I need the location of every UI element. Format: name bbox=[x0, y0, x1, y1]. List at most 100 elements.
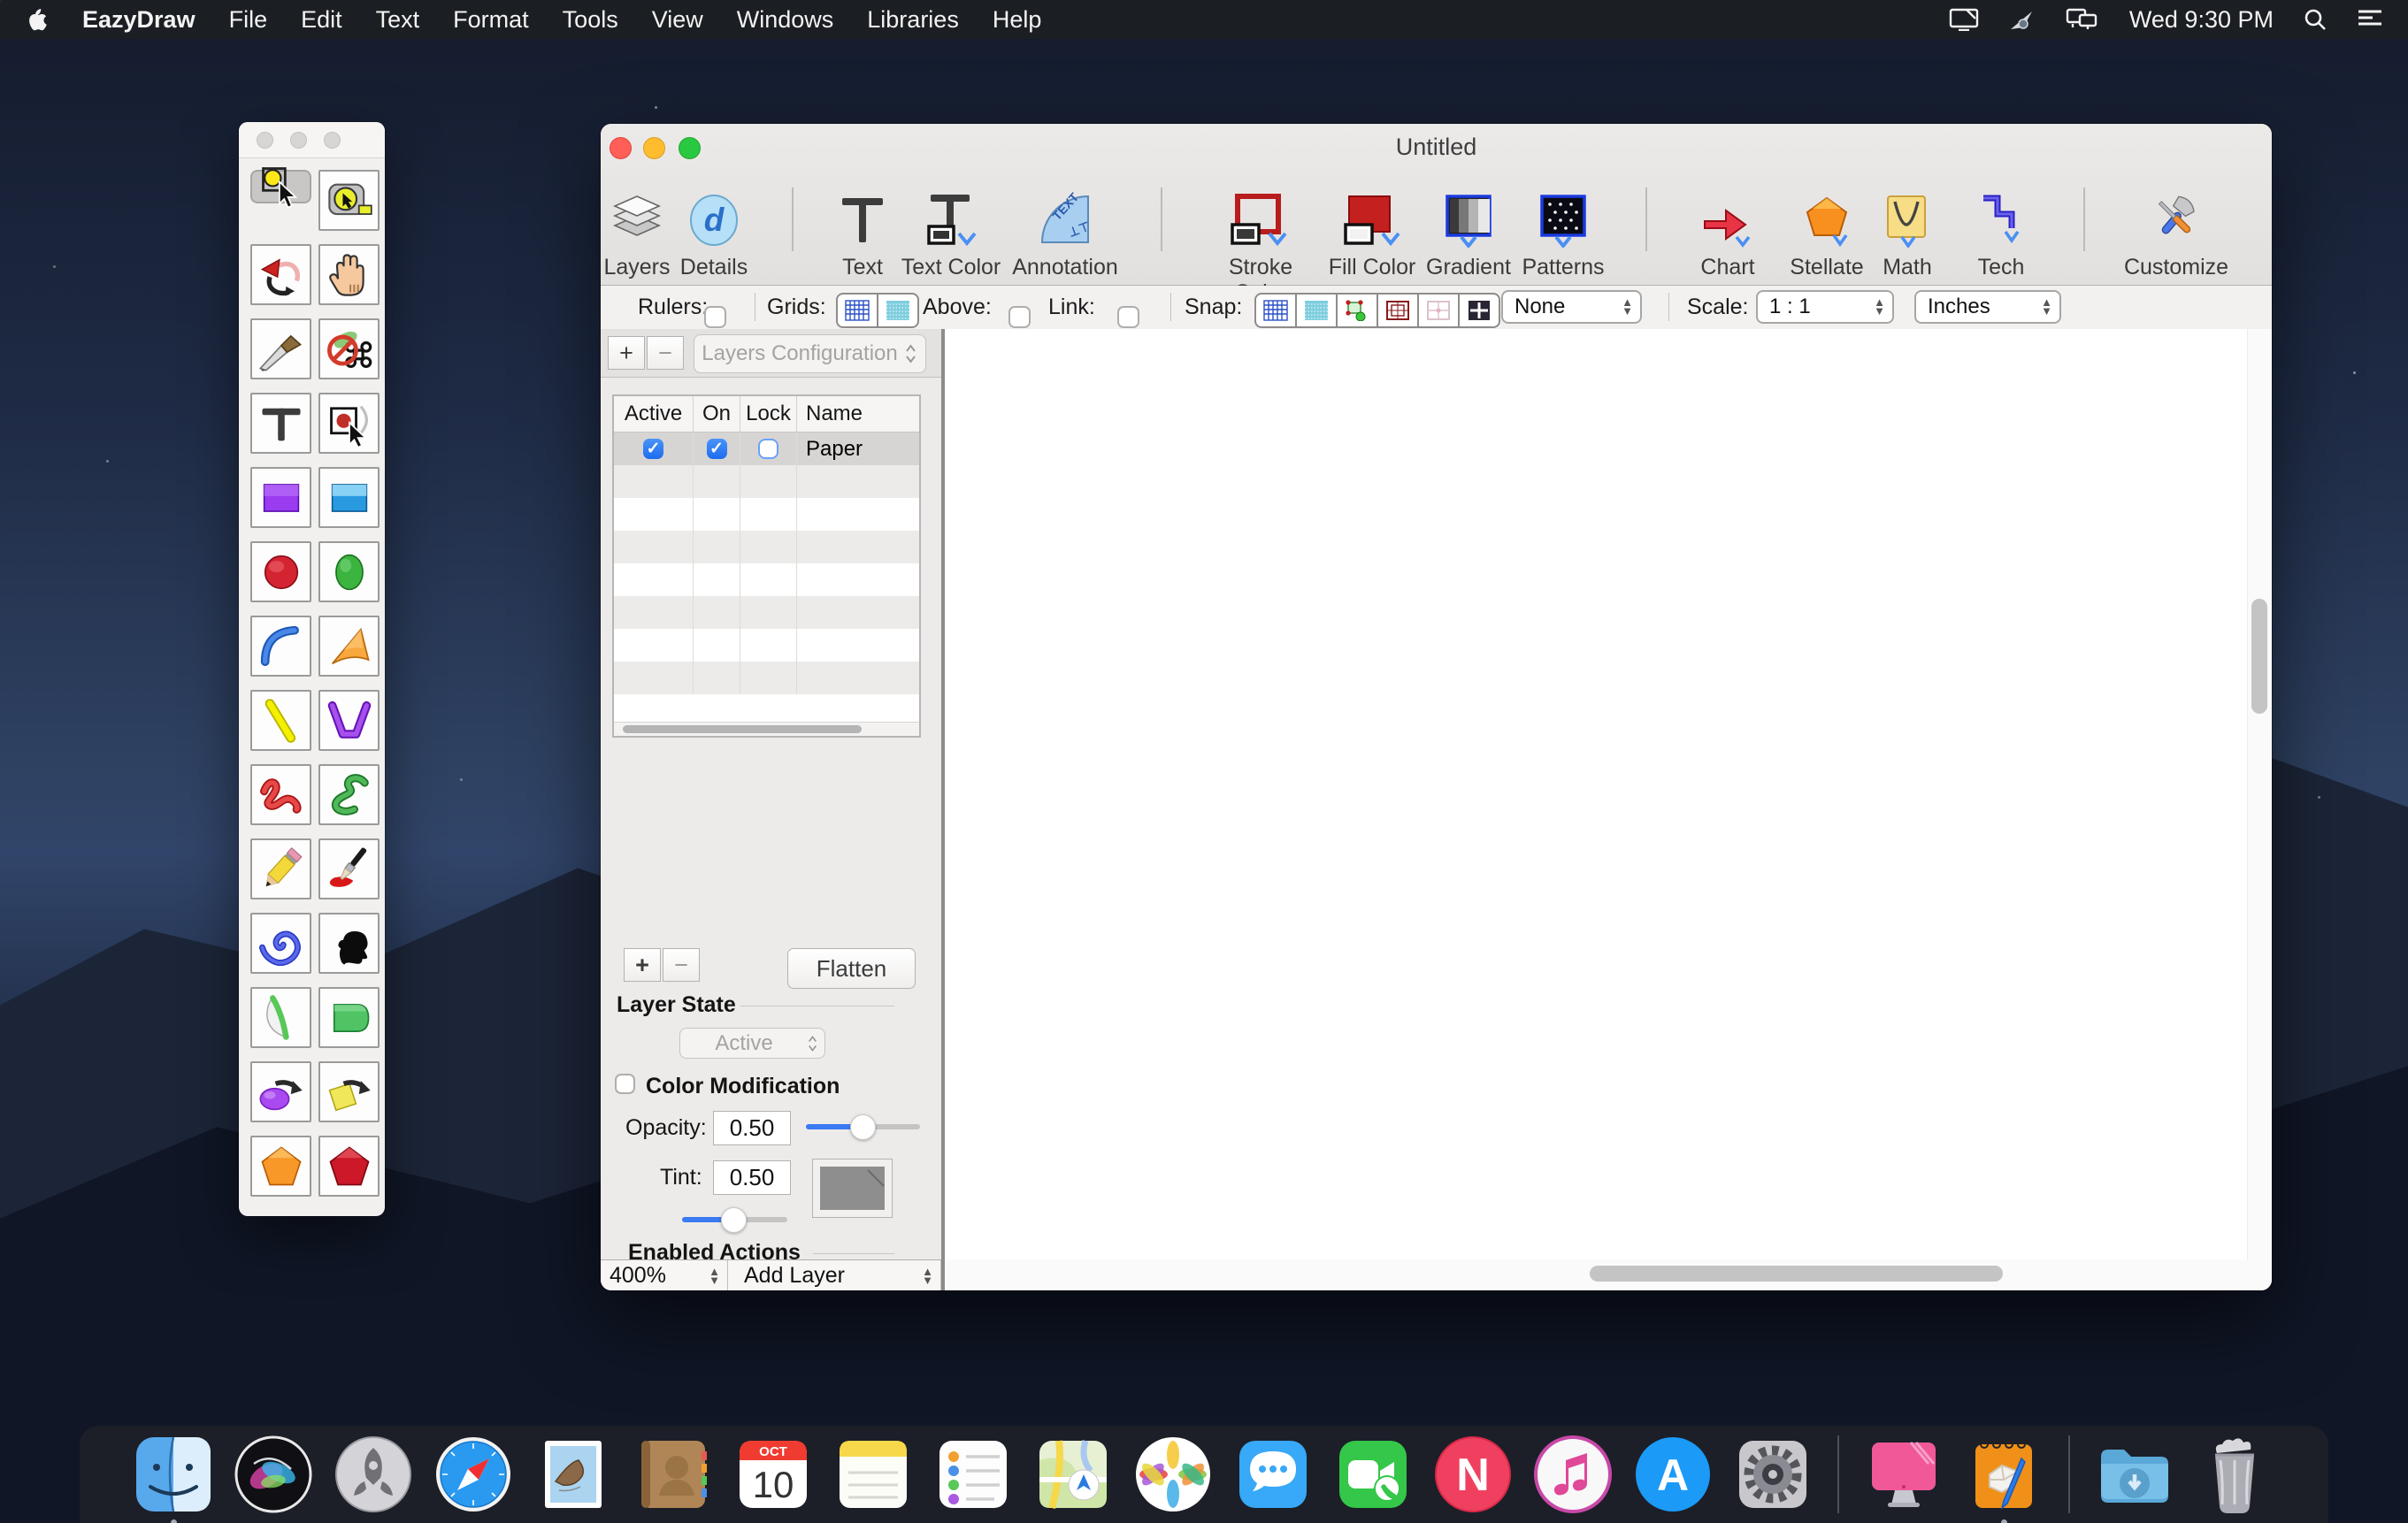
color-modification-checkbox[interactable] bbox=[615, 1074, 635, 1094]
dock-icon-launchpad[interactable] bbox=[333, 1434, 414, 1515]
layers-configuration-select[interactable]: Layers Configuration bbox=[694, 334, 926, 373]
table-scrollbar-thumb[interactable] bbox=[623, 725, 862, 733]
layer-state-select[interactable]: Active bbox=[679, 1028, 825, 1059]
dock-icon-photos[interactable] bbox=[1132, 1434, 1214, 1515]
flatten-button[interactable]: Flatten bbox=[787, 948, 916, 989]
config-add-button[interactable]: + bbox=[608, 336, 645, 370]
menu-help[interactable]: Help bbox=[976, 6, 1059, 34]
layer-add-button[interactable]: + bbox=[624, 948, 661, 982]
tool-knife[interactable] bbox=[250, 318, 311, 379]
dock-icon-eazydraw[interactable] bbox=[1963, 1434, 2044, 1515]
tool-pentagon-orange[interactable] bbox=[250, 1136, 311, 1197]
tool-arc[interactable] bbox=[250, 616, 311, 677]
layer-row-empty[interactable] bbox=[614, 629, 919, 662]
tool-rotate-square[interactable] bbox=[318, 1061, 380, 1122]
cursor-utility-icon[interactable] bbox=[2009, 8, 2036, 31]
dock-icon-messages[interactable] bbox=[1232, 1434, 1314, 1515]
dock-icon-itunes[interactable] bbox=[1532, 1434, 1614, 1515]
tool-freehand-red[interactable] bbox=[250, 764, 311, 825]
tint-slider[interactable] bbox=[682, 1217, 787, 1222]
table-horizontal-scrollbar[interactable] bbox=[614, 722, 919, 736]
menu-edit[interactable]: Edit bbox=[284, 6, 359, 34]
toolbar-details-button[interactable]: d Details bbox=[656, 179, 771, 280]
vertical-scrollbar-thumb[interactable] bbox=[2251, 599, 2267, 714]
tool-select[interactable] bbox=[250, 170, 311, 203]
apple-menu-icon[interactable] bbox=[0, 7, 65, 32]
display-mirroring-icon[interactable] bbox=[1949, 8, 1979, 31]
toolbar-patterns-button[interactable]: Patterns bbox=[1506, 179, 1621, 280]
tool-paint-brush[interactable] bbox=[318, 838, 380, 899]
tool-ellipse-green[interactable] bbox=[318, 541, 380, 602]
palette-close-button[interactable] bbox=[257, 132, 273, 149]
dock-icon-facetime[interactable] bbox=[1332, 1434, 1414, 1515]
tool-polyline[interactable] bbox=[318, 690, 380, 751]
menu-file[interactable]: File bbox=[212, 6, 285, 34]
zoom-select[interactable]: 400% ▲▼ bbox=[601, 1260, 728, 1290]
layer-row-empty[interactable] bbox=[614, 596, 919, 629]
menu-clock[interactable]: Wed 9:30 PM bbox=[2129, 6, 2274, 34]
tool-no-command[interactable] bbox=[318, 318, 380, 379]
notification-center-icon[interactable] bbox=[2357, 9, 2383, 30]
tool-text[interactable] bbox=[250, 393, 311, 454]
tint-color-well[interactable] bbox=[812, 1159, 893, 1218]
dock-icon-safari[interactable] bbox=[433, 1434, 514, 1515]
units-select[interactable]: Inches ▲▼ bbox=[1914, 290, 2061, 324]
dock-icon-finder[interactable] bbox=[133, 1434, 214, 1515]
dock-icon-notes[interactable] bbox=[832, 1434, 914, 1515]
opacity-slider-thumb[interactable] bbox=[850, 1114, 876, 1140]
tool-line[interactable] bbox=[250, 690, 311, 751]
vertical-scrollbar-track[interactable] bbox=[2247, 329, 2272, 1259]
tool-rect-purple[interactable] bbox=[250, 467, 311, 528]
dock-icon-siri[interactable] bbox=[233, 1434, 314, 1515]
tool-rect-blue[interactable] bbox=[318, 467, 380, 528]
tool-measure[interactable] bbox=[318, 170, 380, 231]
tool-blade-curve[interactable] bbox=[250, 987, 311, 1048]
menu-format[interactable]: Format bbox=[436, 6, 546, 34]
layer-row-empty[interactable] bbox=[614, 662, 919, 694]
layer-lock-checkbox[interactable] bbox=[758, 439, 778, 459]
toolbar-customize-button[interactable]: Customize bbox=[2119, 179, 2234, 280]
dock-icon-system-preferences[interactable] bbox=[1732, 1434, 1814, 1515]
toolbar-tech-button[interactable]: Tech bbox=[1944, 179, 2059, 280]
snap-center-toggle[interactable] bbox=[1460, 295, 1499, 326]
palette-titlebar[interactable] bbox=[239, 122, 385, 158]
layer-on-checkbox[interactable]: ✓ bbox=[707, 439, 727, 459]
layer-row-paper[interactable]: ✓ ✓ Paper bbox=[614, 432, 919, 465]
tool-rotate-ellipse[interactable] bbox=[250, 1061, 311, 1122]
horizontal-scrollbar-thumb[interactable] bbox=[1590, 1266, 2003, 1282]
dock-icon-app-store[interactable]: A bbox=[1632, 1434, 1714, 1515]
add-layer-select[interactable]: Add Layer ▲▼ bbox=[728, 1260, 941, 1290]
config-remove-button[interactable]: − bbox=[647, 336, 684, 370]
snap-frame-toggle[interactable] bbox=[1378, 295, 1419, 326]
tool-pencil[interactable] bbox=[250, 838, 311, 899]
dock-icon-trash[interactable] bbox=[2194, 1434, 2275, 1515]
connected-displays-icon[interactable] bbox=[2066, 8, 2099, 31]
rulers-checkbox[interactable] bbox=[704, 306, 726, 328]
above-checkbox[interactable] bbox=[1008, 306, 1031, 328]
tool-bezier-green[interactable] bbox=[318, 764, 380, 825]
layer-active-checkbox[interactable]: ✓ bbox=[643, 439, 663, 459]
menu-view[interactable]: View bbox=[635, 6, 720, 34]
tool-vertex-edit[interactable] bbox=[318, 393, 380, 454]
snap-vertex-toggle[interactable] bbox=[1338, 295, 1378, 326]
snap-grid-toggle[interactable] bbox=[1256, 295, 1297, 326]
toolbar-annotation-button[interactable]: TEXT⊥⊤ Annotation bbox=[1008, 179, 1123, 280]
tool-round-rect-green[interactable] bbox=[318, 987, 380, 1048]
toolbar-chart-button[interactable]: Chart bbox=[1670, 179, 1785, 280]
dock-icon-downloads[interactable] bbox=[2094, 1434, 2175, 1515]
tool-circle-red[interactable] bbox=[250, 541, 311, 602]
tint-field[interactable]: 0.50 bbox=[713, 1160, 791, 1195]
layer-remove-button[interactable]: − bbox=[663, 948, 700, 982]
layer-row-empty[interactable] bbox=[614, 563, 919, 596]
toolbar-text-color-button[interactable]: Text Color bbox=[893, 179, 1008, 280]
tool-pan-hand[interactable] bbox=[318, 244, 380, 305]
menu-tools[interactable]: Tools bbox=[546, 6, 635, 34]
opacity-slider[interactable] bbox=[806, 1124, 920, 1129]
grid-minor-toggle[interactable] bbox=[878, 295, 917, 326]
dock-icon-maps[interactable] bbox=[1032, 1434, 1114, 1515]
layer-row-empty[interactable] bbox=[614, 465, 919, 498]
tool-pentagon-red[interactable] bbox=[318, 1136, 380, 1197]
menu-app-name[interactable]: EazyDraw bbox=[65, 6, 212, 34]
link-checkbox[interactable] bbox=[1117, 306, 1139, 328]
layer-row-empty[interactable] bbox=[614, 531, 919, 563]
